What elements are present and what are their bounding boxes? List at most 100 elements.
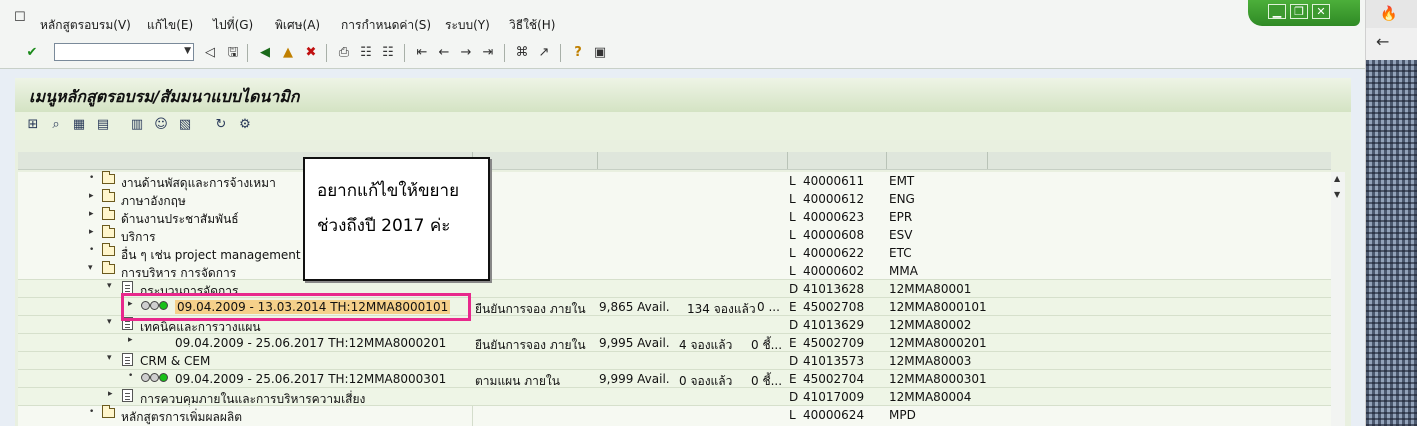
collapse-arrow-icon[interactable]: ▾ <box>88 263 93 273</box>
tree-row[interactable]: ▾ CRM & CEM D 41013573 12MMA80003 <box>18 352 1331 370</box>
tree-row[interactable]: • อื่น ๆ เช่น project management L 40000… <box>18 243 1331 262</box>
menu-settings[interactable]: การกำหนดค่า(S) <box>341 16 431 35</box>
search-icon[interactable]: ⌕ <box>48 117 64 133</box>
folder-icon <box>102 207 115 220</box>
row-abbr: EMT <box>889 174 915 188</box>
menu-help[interactable]: วิธีใช้(H) <box>509 16 555 35</box>
expand-arrow-icon[interactable]: ▸ <box>89 191 94 201</box>
menu-entry-icon[interactable]: ☐ <box>14 11 28 24</box>
row-type: E <box>789 372 797 386</box>
details-list-icon[interactable]: ▥ <box>129 117 145 133</box>
menu-course[interactable]: หลักสูตรอบรม(V) <box>40 16 131 35</box>
vertical-scrollbar[interactable]: ▲ ▼ <box>1331 172 1345 426</box>
tree-row[interactable]: • งานด้านพัสดุและการจ้างเหมา L 40000611 … <box>18 171 1331 190</box>
expand-arrow-icon[interactable]: ▸ <box>89 209 94 219</box>
tree-row[interactable]: ▸ ภาษาอังกฤษ L 40000612 ENG <box>18 189 1331 208</box>
first-page-icon[interactable]: ⇤ <box>414 45 430 61</box>
collapse-arrow-icon[interactable]: ▾ <box>107 317 112 327</box>
tree-header <box>18 152 1331 170</box>
row-code: 41017009 <box>803 390 865 404</box>
shortcut-icon[interactable]: ↗ <box>536 45 552 61</box>
tree-row[interactable]: ▸ ด้านงานประชาสัมพันธ์ L 40000623 EPR <box>18 207 1331 226</box>
menu-goto[interactable]: ไปที่(G) <box>213 16 253 35</box>
column-divider <box>787 152 788 169</box>
find-next-icon[interactable]: ☷ <box>380 45 396 61</box>
tree-row[interactable]: • หลักสูตรการเพิ่มผลผลิต L 40000624 MPD <box>18 405 1331 424</box>
next-page-icon[interactable]: → <box>458 45 474 61</box>
print-icon[interactable]: ⎙ <box>336 45 352 61</box>
last-page-icon[interactable]: ⇥ <box>480 45 496 61</box>
row-code: 40000623 <box>803 210 865 224</box>
column-divider <box>886 152 887 169</box>
row-abbr: MPD <box>889 408 916 422</box>
row-type: L <box>789 210 796 224</box>
menu-edit[interactable]: แก้ไข(E) <box>147 16 193 35</box>
row-type: D <box>789 318 799 332</box>
folder-icon <box>102 261 115 274</box>
row-code: 41013629 <box>803 318 865 332</box>
layout-icon[interactable]: ⌘ <box>514 45 530 61</box>
row-code: 41013573 <box>803 354 865 368</box>
expand-subtree-icon[interactable]: ⊞ <box>25 117 41 133</box>
annotation-highlight-box <box>121 293 471 321</box>
find-icon[interactable]: ☷ <box>358 45 374 61</box>
tree-row[interactable]: ▸ บริการ L 40000608 ESV <box>18 225 1331 244</box>
tree-row[interactable]: ▸ การควบคุมภายในและการบริหารความเสี่ยง D… <box>18 388 1331 406</box>
chevron-down-icon[interactable]: ▼ <box>184 46 191 56</box>
row-code: 40000602 <box>803 264 865 278</box>
row-abbr: 12MMA80002 <box>889 318 972 332</box>
collapse-arrow-icon[interactable]: ▾ <box>107 353 112 363</box>
window-controls: ▁ ❐ ✕ <box>1248 0 1360 26</box>
minimize-icon[interactable]: ▁ <box>1268 4 1286 19</box>
settings-icon[interactable]: ⚙ <box>237 117 253 133</box>
expand-arrow-icon[interactable]: ▸ <box>108 389 113 399</box>
course-group-icon <box>122 353 133 366</box>
collapse-arrow-icon[interactable]: ▾ <box>107 281 112 291</box>
column-divider <box>597 152 598 169</box>
tree-row[interactable]: ▸ 09.04.2009 - 25.06.2017 TH:12MMA800020… <box>18 334 1331 352</box>
restore-icon[interactable]: ❐ <box>1290 4 1308 19</box>
row-abbr: MMA <box>889 264 918 278</box>
tree-display-icon[interactable]: ▦ <box>71 117 87 133</box>
person-icon[interactable]: ☺ <box>153 117 169 133</box>
menu-system[interactable]: ระบบ(Y) <box>445 16 490 35</box>
row-type: D <box>789 354 799 368</box>
enter-check-icon[interactable]: ✔ <box>24 45 40 61</box>
booking-icon[interactable]: ▧ <box>177 117 193 133</box>
row-extra: 0 ... <box>757 300 780 314</box>
tree-row[interactable]: • 09.04.2009 - 25.06.2017 TH:12MMA800030… <box>18 370 1331 388</box>
row-abbr: 12MMA8000301 <box>889 372 987 386</box>
cancel-icon[interactable]: ✖ <box>303 45 319 61</box>
prev-page-icon[interactable]: ← <box>436 45 452 61</box>
scroll-down-icon[interactable]: ▼ <box>1334 190 1340 199</box>
detail-icon[interactable]: ▤ <box>95 117 111 133</box>
row-abbr: ESV <box>889 228 913 242</box>
row-name: CRM & CEM <box>140 354 211 368</box>
row-abbr: ETC <box>889 246 912 260</box>
browser-tab[interactable]: 🔥 <box>1366 0 1417 28</box>
standard-toolbar: ✔ ▼ ◁ 🖫 ◀ ▲ ✖ ⎙ ☷ ☷ ⇤ ← → ⇥ ⌘ ↗ ? ▣ <box>0 38 1365 69</box>
expand-arrow-icon[interactable]: ▸ <box>89 227 94 237</box>
row-name: 09.04.2009 - 25.06.2017 TH:12MMA8000301 <box>175 372 447 386</box>
row-code: 45002709 <box>803 336 865 350</box>
command-field[interactable]: ▼ <box>54 43 194 61</box>
screen-title-bar: เมนูหลักสูตรอบรม/สัมมนาแบบไดนามิก <box>15 78 1351 113</box>
row-type: L <box>789 408 796 422</box>
tree-row[interactable]: ▾ การบริหาร การจัดการ L 40000602 MMA <box>18 261 1331 280</box>
customize-icon[interactable]: ▣ <box>592 45 608 61</box>
exit-icon[interactable]: ▲ <box>280 45 296 61</box>
status-light-green-icon <box>159 373 168 382</box>
save-icon[interactable]: 🖫 <box>225 45 241 61</box>
expand-arrow-icon[interactable]: ▸ <box>128 335 133 345</box>
close-icon[interactable]: ✕ <box>1312 4 1330 19</box>
row-abbr: 12MMA80001 <box>889 282 972 296</box>
leaf-bullet-icon: • <box>89 407 95 417</box>
refresh-icon[interactable]: ↻ <box>213 117 229 133</box>
collapse-command-icon[interactable]: ◁ <box>202 45 218 61</box>
menu-extras[interactable]: พิเศษ(A) <box>275 16 320 35</box>
help-icon[interactable]: ? <box>570 45 586 61</box>
back-arrow-icon[interactable]: ← <box>1376 32 1389 51</box>
scroll-up-icon[interactable]: ▲ <box>1334 174 1340 183</box>
status-light-icon <box>141 373 150 382</box>
back-icon[interactable]: ◀ <box>257 45 273 61</box>
